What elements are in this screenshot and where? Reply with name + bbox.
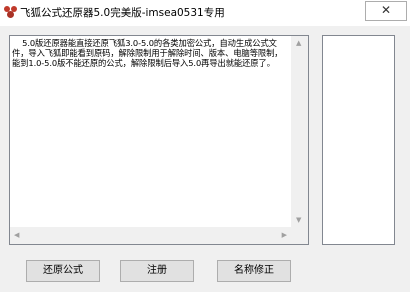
register-button[interactable]: 注册 (120, 260, 194, 282)
side-list-box[interactable] (322, 35, 395, 245)
scrollbar-corner (291, 227, 308, 244)
scroll-down-icon[interactable]: ▼ (296, 216, 301, 224)
restore-formula-button[interactable]: 还原公式 (26, 260, 100, 282)
horizontal-scrollbar[interactable]: ◀ ▶ (10, 227, 291, 244)
close-button[interactable]: ✕ (365, 1, 407, 21)
app-icon (4, 6, 17, 18)
vertical-scrollbar[interactable]: ▲ ▼ (291, 36, 308, 227)
scroll-up-icon[interactable]: ▲ (296, 39, 301, 47)
scroll-right-icon[interactable]: ▶ (282, 231, 287, 239)
title-bar: 飞狐公式还原器5.0完美版-imsea0531专用 ✕ (0, 0, 410, 26)
close-icon: ✕ (380, 3, 392, 17)
name-fix-button[interactable]: 名称修正 (217, 260, 291, 282)
editor-text: 5.0版还原器能直接还原飞狐3.0-5.0的各类加密公式，自动生成公式文件，导入… (12, 38, 283, 68)
formula-text-area[interactable]: 5.0版还原器能直接还原飞狐3.0-5.0的各类加密公式，自动生成公式文件，导入… (9, 35, 309, 245)
window-title: 飞狐公式还原器5.0完美版-imsea0531专用 (20, 7, 225, 19)
scroll-left-icon[interactable]: ◀ (14, 231, 19, 239)
